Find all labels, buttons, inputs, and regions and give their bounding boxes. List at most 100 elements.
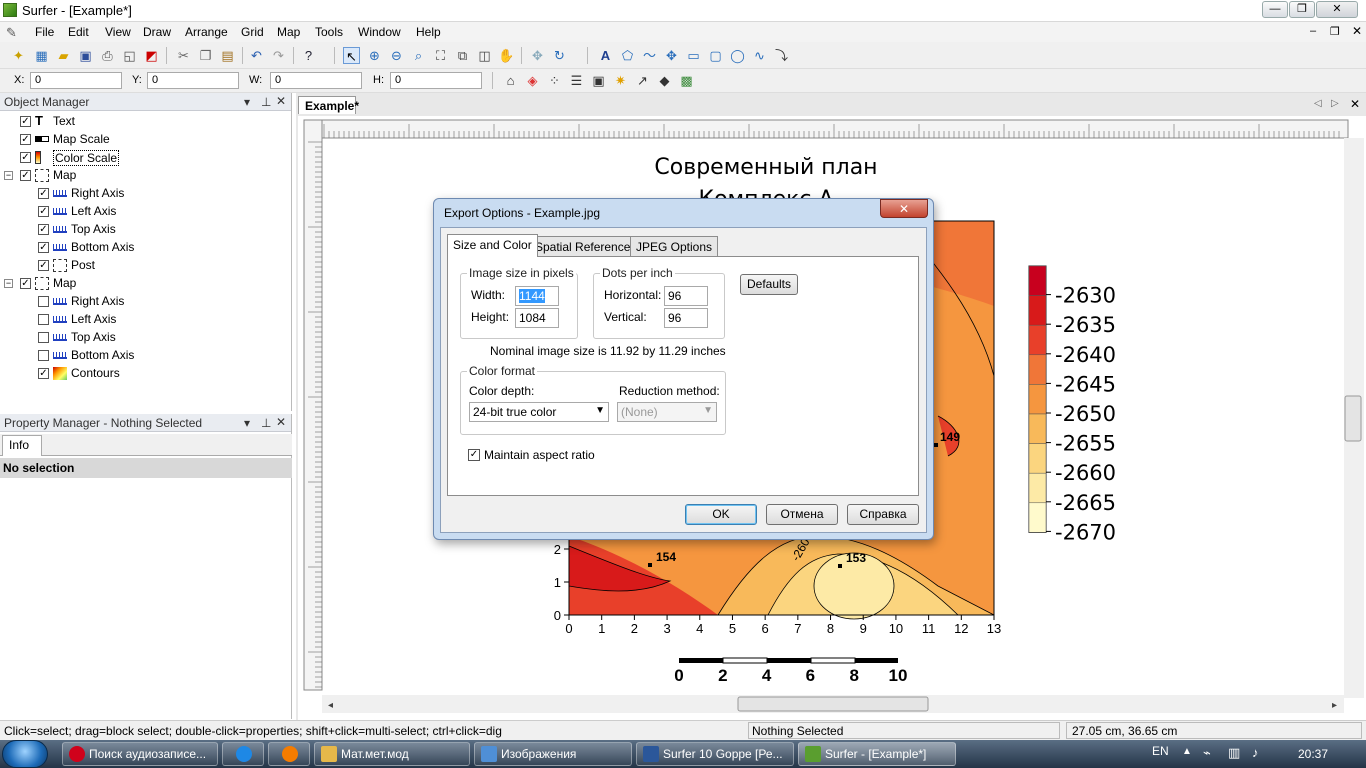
pin-icon[interactable]: ⊥ [261, 416, 271, 430]
width-field[interactable]: 1144 [515, 286, 559, 306]
spline-icon[interactable]: ∿ [751, 47, 768, 64]
aspect-ratio-checkbox[interactable]: ✓ [468, 449, 480, 461]
tree-item[interactable]: ✓ T Text [0, 113, 290, 131]
vertical-dpi-field[interactable]: 96 [664, 308, 708, 328]
move-icon[interactable]: ✥ [529, 47, 546, 64]
reduction-method-select[interactable]: (None) ▼ [617, 402, 717, 422]
dialog-close-button[interactable]: ✕ [880, 199, 928, 218]
tree-item[interactable]: ✓ Left Axis [0, 203, 290, 221]
contour-map-icon[interactable]: ◈ [524, 72, 541, 89]
visibility-checkbox[interactable]: ✓ [38, 368, 49, 379]
panel-close-icon[interactable]: ✕ [276, 94, 286, 108]
visibility-checkbox[interactable]: ✓ [20, 170, 31, 181]
visibility-checkbox[interactable]: ✓ [20, 134, 31, 145]
menu-arrange[interactable]: Arrange [185, 25, 228, 39]
y-field[interactable]: 0 [147, 72, 239, 89]
visibility-checkbox[interactable]: ✓ [38, 206, 49, 217]
symbol-icon[interactable]: ✥ [663, 47, 680, 64]
redo-icon[interactable]: ↷ [270, 47, 287, 64]
tab-size-and-color[interactable]: Size and Color [447, 234, 538, 257]
open-icon[interactable]: ▰ [55, 47, 72, 64]
x-field[interactable]: 0 [30, 72, 122, 89]
menu-tools[interactable]: Tools [315, 25, 343, 39]
close-button[interactable]: ✕ [1316, 1, 1358, 18]
height-field[interactable]: 1084 [515, 308, 559, 328]
menu-grid[interactable]: Grid [241, 25, 264, 39]
tree-item[interactable]: ✓ Color Scale [0, 149, 290, 167]
paste-icon[interactable]: ▤ [219, 47, 236, 64]
menu-view[interactable]: View [105, 25, 131, 39]
tree-item[interactable]: − ✓ Map [0, 167, 290, 185]
maximize-button[interactable]: ❐ [1289, 1, 1315, 18]
menu-draw[interactable]: Draw [143, 25, 171, 39]
help-button[interactable]: Справка [847, 504, 919, 525]
tree-item[interactable]: ✓ Map Scale [0, 131, 290, 149]
volume-icon[interactable]: ♪ [1252, 745, 1259, 760]
w-field[interactable]: 0 [270, 72, 362, 89]
pan-hand-icon[interactable]: ✋ [498, 47, 515, 64]
tab-info[interactable]: Info [2, 435, 42, 456]
zoom-out-icon[interactable]: ⊖ [388, 47, 405, 64]
task-firefox[interactable] [268, 742, 310, 766]
task-ie[interactable] [222, 742, 264, 766]
zoom-page-icon[interactable]: ◫ [476, 47, 493, 64]
visibility-checkbox[interactable] [38, 350, 49, 361]
image-map-icon[interactable]: ▣ [590, 72, 607, 89]
rounded-rect-icon[interactable]: ▢ [707, 47, 724, 64]
help-pointer-icon[interactable]: ? [300, 47, 317, 64]
collapse-icon[interactable]: − [4, 279, 13, 288]
wireframe-icon[interactable]: ◆ [656, 72, 673, 89]
defaults-button[interactable]: Defaults [740, 274, 798, 295]
menu-map[interactable]: Map [277, 25, 300, 39]
undo-icon[interactable]: ↶ [248, 47, 265, 64]
visibility-checkbox[interactable] [38, 314, 49, 325]
surface-map-icon[interactable]: ▩ [678, 72, 695, 89]
panel-close-icon[interactable]: ✕ [276, 415, 286, 429]
clock[interactable]: 20:37 [1298, 747, 1328, 761]
menu-help[interactable]: Help [416, 25, 441, 39]
pin-icon[interactable]: ⊥ [261, 95, 271, 109]
h-field[interactable]: 0 [390, 72, 482, 89]
show-hidden-icons-icon[interactable]: ▲ [1182, 746, 1192, 757]
export-icon[interactable]: ◩ [143, 47, 160, 64]
collapse-icon[interactable]: − [4, 171, 13, 180]
new-worksheet-icon[interactable]: ▦ [33, 47, 50, 64]
visibility-checkbox[interactable]: ✓ [38, 188, 49, 199]
language-indicator[interactable]: EN [1152, 744, 1169, 758]
task-images[interactable]: Изображения [474, 742, 632, 766]
classed-post-icon[interactable]: ☰ [568, 72, 585, 89]
task-surfer[interactable]: Surfer - [Example*] [798, 742, 956, 766]
visibility-checkbox[interactable]: ✓ [38, 224, 49, 235]
tree-item[interactable]: ✓ Contours [0, 365, 290, 383]
tree-item[interactable]: − ✓ Map [0, 275, 290, 293]
rectangle-icon[interactable]: ▭ [685, 47, 702, 64]
polyline-icon[interactable]: 〜 [641, 47, 658, 64]
horizontal-dpi-field[interactable]: 96 [664, 286, 708, 306]
print-icon[interactable]: ⎙ [99, 47, 116, 64]
vector-map-icon[interactable]: ↗ [634, 72, 651, 89]
polygon-icon[interactable]: ⬠ [619, 47, 636, 64]
save-icon[interactable]: ▣ [77, 47, 94, 64]
cut-icon[interactable]: ✂ [175, 47, 192, 64]
menu-file[interactable]: File [35, 25, 54, 39]
shaded-relief-icon[interactable]: ✷ [612, 72, 629, 89]
task-folder[interactable]: Мат.мет.мод [314, 742, 470, 766]
menu-edit[interactable]: Edit [68, 25, 89, 39]
tab-example[interactable]: Example* [298, 96, 359, 114]
tree-item[interactable]: ✓ Bottom Axis [0, 239, 290, 257]
visibility-checkbox[interactable] [38, 332, 49, 343]
mdi-minimize-icon[interactable]: ‒ [1310, 25, 1316, 37]
visibility-checkbox[interactable]: ✓ [38, 242, 49, 253]
visibility-checkbox[interactable]: ✓ [20, 278, 31, 289]
minimize-button[interactable]: — [1262, 1, 1288, 18]
zoom-fit-icon[interactable]: ⛶ [432, 47, 449, 64]
task-word[interactable]: Surfer 10 Goppe [Ре... [636, 742, 794, 766]
network-icon[interactable]: ▥ [1228, 745, 1240, 761]
tab-spatial-references[interactable]: Spatial References [529, 236, 643, 256]
reshape-icon[interactable]: ⤵ [773, 47, 790, 64]
ellipse-icon[interactable]: ◯ [729, 47, 746, 64]
visibility-checkbox[interactable] [38, 296, 49, 307]
zoom-selected-icon[interactable]: ⧉ [454, 47, 471, 64]
post-map-icon[interactable]: ⁘ [546, 72, 563, 89]
map-base-icon[interactable]: ⌂ [502, 72, 519, 89]
